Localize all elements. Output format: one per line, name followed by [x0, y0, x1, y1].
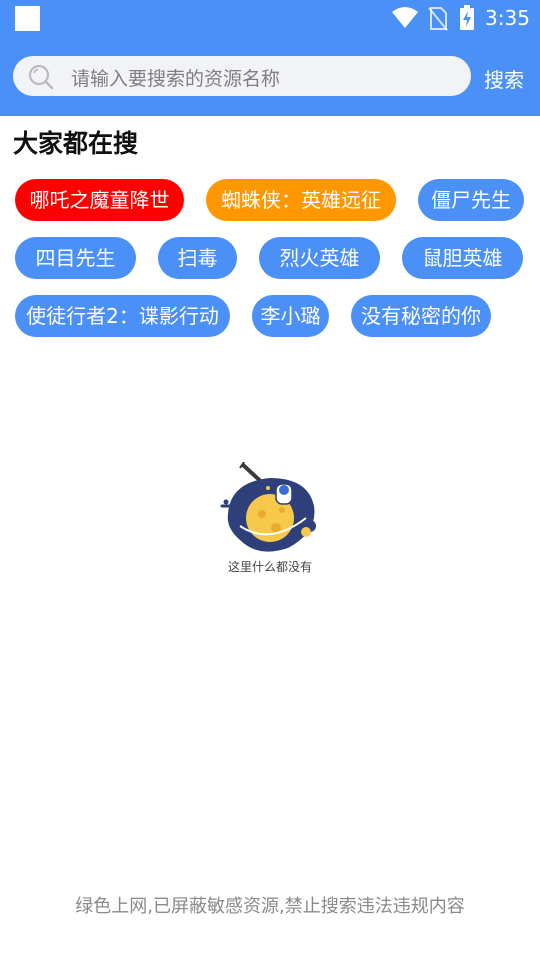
astronaut-planet-illustration: [220, 462, 316, 552]
battery-charging-icon: [460, 5, 474, 30]
search-button[interactable]: 搜索: [484, 64, 524, 93]
tag-item[interactable]: 使徒行者2：谍影行动: [15, 295, 230, 337]
no-sim-icon: [428, 7, 448, 31]
tag-item[interactable]: 蜘蛛侠：英雄远征: [206, 179, 396, 221]
square-icon: [15, 6, 40, 31]
status-time: 3:35: [485, 6, 530, 30]
tag-item[interactable]: 僵尸先生: [418, 179, 524, 221]
status-bar: 3:35: [0, 0, 540, 38]
search-placeholder: 请输入要搜索的资源名称: [71, 68, 281, 90]
tag-item[interactable]: 鼠胆英雄: [402, 237, 523, 279]
footer-notice: 绿色上网,已屏蔽敏感资源,禁止搜索违法违规内容: [75, 896, 465, 917]
tag-item[interactable]: 烈火英雄: [259, 237, 380, 279]
tag-item[interactable]: 扫毒: [158, 237, 237, 279]
empty-state-text: 这里什么都没有: [227, 560, 312, 574]
tag-item[interactable]: 李小璐: [252, 295, 329, 337]
search-input[interactable]: 请输入要搜索的资源名称: [13, 56, 471, 96]
tag-item[interactable]: 哪吒之魔童降世: [15, 179, 184, 221]
search-icon: [29, 65, 54, 90]
tag-item[interactable]: 没有秘密的你: [351, 295, 491, 337]
wifi-icon: [392, 7, 418, 28]
app-header: 3:35 请输入要搜索的资源名称 搜索: [0, 0, 540, 116]
tag-item[interactable]: 四目先生: [15, 237, 136, 279]
section-title: 大家都在搜: [13, 129, 139, 158]
